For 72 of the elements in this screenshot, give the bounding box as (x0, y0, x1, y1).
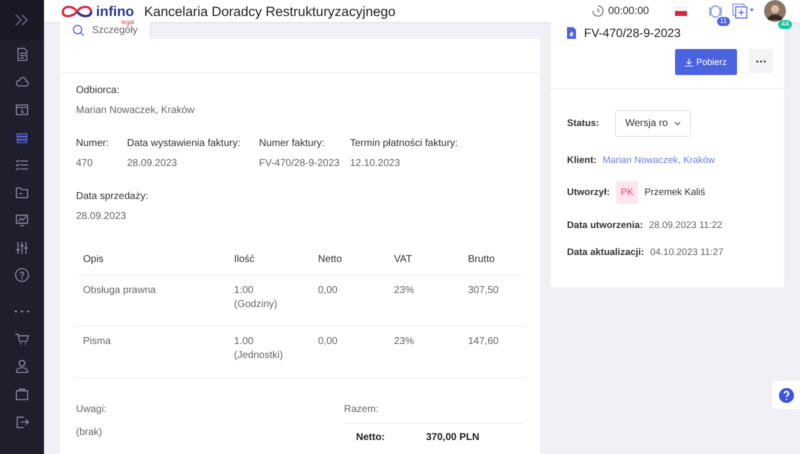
table-cell-text: 1.00 (234, 336, 254, 347)
cart-icon (14, 330, 30, 347)
column-header: Opis (76, 244, 227, 276)
expand-icon[interactable] (15, 14, 29, 26)
invoice-title: FV-470/28-9-2023 (584, 26, 681, 40)
field-value: 28.09.2023 (76, 211, 128, 222)
field-label: Numer faktury: (259, 138, 326, 149)
table-cell-text: 307,50 (468, 285, 500, 296)
date-label: Data utworzenia: (567, 220, 644, 230)
field-label: Termin płatności faktury: (350, 138, 458, 149)
avatar[interactable] (764, 0, 786, 22)
checklist-icon (14, 156, 30, 173)
logout-icon (14, 414, 30, 430)
table-cell-text: Pisma (83, 336, 112, 347)
help-button[interactable] (772, 381, 800, 409)
sliders-icon (14, 240, 30, 256)
page-title: Kancelaria Doradcy Restrukturyzacyjnego (144, 4, 396, 18)
caret-icon (674, 121, 681, 126)
total-label: Netto: (356, 432, 386, 443)
column-header: Brutto (461, 244, 524, 276)
field-label: Data wystawienia faktury: (127, 138, 242, 149)
user-icon (14, 358, 30, 374)
table-cell-text: Obsługa prawna (83, 285, 157, 296)
flag-icon[interactable] (675, 6, 687, 16)
field-value: 28.09.2023 (127, 158, 178, 169)
more-icon (14, 310, 30, 313)
status-label: Status: (567, 118, 600, 129)
field-value: 12.10.2023 (350, 158, 402, 169)
logo-text: infino (96, 3, 134, 19)
table-cell-text: 23% (394, 336, 416, 347)
initials-avatar: PK (616, 181, 638, 204)
monitor-icon (14, 212, 30, 228)
creator-name: Przemek Kaliś (644, 187, 706, 198)
table-cell-text: 147,60 (468, 336, 500, 347)
help-icon (14, 267, 30, 284)
column-header: VAT (387, 244, 461, 276)
total-value: 370,00 PLN (426, 432, 480, 443)
column-header: Netto (311, 244, 387, 276)
notes-label: Uwagi: (76, 404, 108, 415)
client-label: Klient: (567, 154, 597, 166)
table-cell-text: 1:00 (234, 285, 254, 296)
creator-label: Utworzył: (567, 187, 610, 198)
totals-label: Razem: (344, 404, 524, 424)
timer-icon[interactable] (592, 5, 604, 17)
coins-icon[interactable] (707, 4, 724, 18)
date-value: 04.10.2023 11:27 (650, 246, 724, 258)
column-header: Ilość (227, 244, 311, 276)
field-label: Data sprzedaży: (76, 191, 150, 202)
new-window-icon[interactable] (732, 2, 756, 20)
download-button[interactable]: Pobierz (675, 49, 737, 75)
field-label: Numer: (76, 138, 110, 149)
status-dropdown[interactable]: Wersja ro (615, 110, 691, 137)
field-label: Odbiorca: (76, 85, 120, 96)
notes-value: (brak) (76, 427, 104, 438)
timer-text: 00:00:00 (608, 5, 649, 17)
briefcase-icon (14, 386, 30, 402)
help-icon (778, 388, 794, 402)
unit-text: (Jednostki) (234, 350, 284, 361)
date-value: 28.09.2023 11:22 (649, 220, 722, 230)
download-icon (685, 58, 694, 66)
more-icon (755, 60, 767, 62)
table-cell-text: 23% (394, 285, 416, 296)
date-label: Data aktualizacji: (567, 246, 644, 258)
field-value: FV-470/28-9-2023 (259, 158, 341, 169)
table-cell-text: 0,00 (318, 336, 338, 347)
client-link[interactable]: Marian Nowaczek, Kraków (602, 154, 716, 166)
unit-text: (Godziny) (234, 299, 278, 310)
search-icon (72, 24, 85, 37)
invoice-file-icon (567, 27, 576, 39)
table-cell-text: 0,00 (318, 285, 338, 296)
field-value: Marian Nowaczek, Kraków (76, 105, 196, 116)
field-value: 470 (76, 158, 94, 169)
